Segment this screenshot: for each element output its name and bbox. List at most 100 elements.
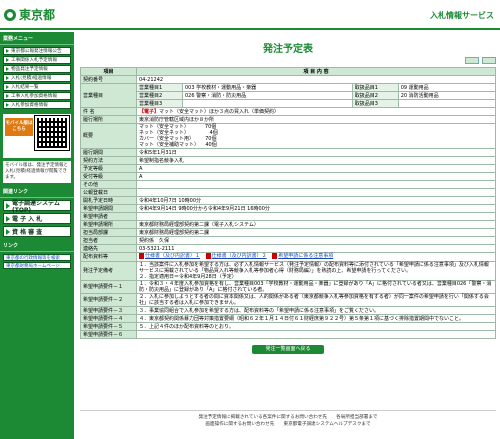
item-name-cell: 【電子】マット（安全マット）ほか３点の買入れ（単価契約） <box>136 107 496 116</box>
grade-row-value <box>397 99 497 108</box>
order-plan-table: 項目 項 目 内 容 契約番号 04-21242 営業種目 営業種目1 003 … <box>80 67 497 339</box>
back-to-list-button[interactable]: 発注一覧画面へ戻る <box>252 345 324 354</box>
method-label: 契約方法 <box>80 156 137 165</box>
biz-row-value: 026 警察・消防・防災用品 <box>182 91 353 100</box>
biz-row-value <box>182 99 353 108</box>
service-name: 入札情報サービス <box>430 11 494 20</box>
announce-label: 公報登載日 <box>80 188 137 197</box>
item-name-value: マット（安全マット）ほか３点の買入れ（単価契約） <box>159 108 280 115</box>
print-button[interactable] <box>465 57 479 64</box>
condition-text <box>136 330 496 339</box>
mobile-note: モバイル版は、発注予定情報と入札(見積)経過情報が閲覧できます。 <box>3 161 71 183</box>
condition-label: 希望申請要件－６ <box>80 330 137 339</box>
applicant-value <box>136 212 496 221</box>
sidebar-item-goods-plan[interactable]: 物品発注予定情報 <box>3 65 71 73</box>
window-label: 希望申請場所 <box>80 220 137 229</box>
docs-cell: 仕様書（及び内訳書）１ 仕様書（及び内訳書）２ 希望申請に係る注意事項 <box>136 252 496 262</box>
other-label: その他 <box>80 180 137 189</box>
link-admin-info-search[interactable]: 東京都の行政情報等を検索 <box>3 254 71 261</box>
arrow-icon <box>6 67 9 71</box>
doc-link-spec-2[interactable]: 仕様書（及び内訳書）２ <box>205 253 267 259</box>
sidebar-item-public-notice[interactable]: 東京都公報発注情報公告 <box>3 47 71 55</box>
tokyo-emblem-icon <box>4 8 16 21</box>
arrow-icon <box>6 103 9 107</box>
arrow-icon <box>6 215 10 222</box>
place-value: 東京消防庁管轄区域内ほか８か所 <box>136 115 496 124</box>
note-line: ２．指定適用日＝令和4年9月28日（予定） <box>139 274 237 280</box>
sidebar-item-construction-plan[interactable]: 工事関係入札予定情報 <box>3 56 71 64</box>
grade-row-value: 09 運動用品 <box>397 83 497 92</box>
link-e-procurement-top[interactable]: 電子調達システム(TOP) <box>3 200 71 214</box>
arrow-icon <box>6 85 9 89</box>
condition-text: ４．東京都契約関係暴力団等対策措置要綱（昭和６２年１月１４日付６１財経庶第９２２… <box>136 314 496 323</box>
notes-cell: １．当該案件に入札参加を希望する方は、必ず入札情報サービス（発注予定情報）の配布… <box>136 261 496 281</box>
grade-value: A <box>136 164 496 173</box>
window-value: 東京都財務局経理部契約第二課（電子入札システム） <box>136 220 496 229</box>
condition-label: 希望申請要件－３ <box>80 306 137 315</box>
apply-value: 令和4年9月14日 9時00分から令和4年9月21日 16時00分 <box>136 204 496 213</box>
accept-label: 受付等級 <box>80 172 137 181</box>
phone-value: 03-5321-2111 <box>136 244 496 253</box>
grade-row-value: 20 消防活動用品 <box>397 91 497 100</box>
page-title: 発注予定表 <box>263 44 313 55</box>
sidebar-menu-title: 業務メニュー <box>0 32 74 45</box>
pdf-icon <box>205 253 211 259</box>
doc-link-spec-1[interactable]: 仕様書（及び内訳書）１ <box>139 253 200 259</box>
tokyo-logo[interactable]: 東京都 <box>4 6 55 23</box>
summary-cell: マット（安全マット） 70個 ネット（安全ネット） 4個 カバー（安全マット用）… <box>136 123 496 149</box>
summary-line: マット（安全補助マット） 40個 <box>139 142 217 148</box>
dept-value: 東京都財務局経理部契約第二課 <box>136 228 496 237</box>
mobile-promo[interactable]: モバイル版はこちら <box>3 114 71 158</box>
main-content: 発注予定表 項目 項 目 内 容 契約番号 04-21242 営業種目 営業種目… <box>80 32 497 354</box>
related-links-title: 関連リンク <box>0 185 74 198</box>
grade-row-label: 取扱品目2 <box>351 91 399 100</box>
sidebar-item-bid-progress[interactable]: 入札(見積)経過情報 <box>3 74 71 82</box>
condition-text: ３．事業協同組合で入札参加を希望する方は、配布資料等の「希望申請に係る注意事項」… <box>136 306 496 315</box>
sidebar-item-qualification[interactable]: 入札参加資格情報 <box>3 101 71 109</box>
arrow-icon <box>6 202 10 209</box>
pdf-icon <box>272 253 278 259</box>
link-qualification-review[interactable]: 資 格 審 査 <box>3 226 71 237</box>
condition-label: 希望申請要件－５ <box>80 322 137 331</box>
method-value: 希望制指名競争入札 <box>136 156 496 165</box>
condition-label: 希望申請要件－４ <box>80 314 137 323</box>
person-label: 担当者 <box>80 236 137 245</box>
item-name-label: 件 名 <box>80 107 137 116</box>
summary-label: 概要 <box>80 123 137 149</box>
accept-value: A <box>136 172 496 181</box>
note-line: １．当該案件に入札参加を希望する方は、必ず入札情報サービス（発注予定情報）の配布… <box>139 262 489 274</box>
close-button[interactable] <box>482 57 496 64</box>
doc-link-notes[interactable]: 希望申請に係る注意事項 <box>272 253 333 259</box>
logo-text: 東京都 <box>19 8 56 22</box>
notes-label: 発注予定備考 <box>80 261 137 281</box>
col-content-header: 項 目 内 容 <box>136 67 496 76</box>
contract-no-label: 契約番号 <box>80 75 137 84</box>
top-buttons <box>80 57 496 65</box>
col-item-header: 項目 <box>80 67 137 76</box>
contract-no-value: 04-21242 <box>136 75 496 84</box>
condition-label: 希望申請要件－２ <box>80 293 137 307</box>
electronic-tag: 【電子】 <box>139 108 160 115</box>
link-e-bidding[interactable]: 電 子 入 札 <box>3 213 71 224</box>
sidebar-item-construction-qualification[interactable]: 工事入札参加資格情報 <box>3 92 71 100</box>
arrow-icon <box>6 49 9 53</box>
footer-line: 発注予定情報に掲載されている各案件に関するお問い合わせ先 各局所担当部署まで <box>198 415 378 420</box>
page-footer: 発注予定情報に掲載されている各案件に関するお問い合わせ先 各局所担当部署まで 画… <box>80 410 496 428</box>
period-value: 令和5年1月31日 <box>136 148 496 157</box>
grade-label: 予定等級 <box>80 164 137 173</box>
arrow-icon <box>6 76 9 80</box>
sidebar-item-bid-results[interactable]: 入札結果一覧 <box>3 83 71 91</box>
biz-row-label: 営業種目2 <box>136 91 183 100</box>
sidebar: 業務メニュー 東京都公報発注情報公告 工事関係入札予定情報 物品発注予定情報 入… <box>0 32 74 439</box>
period-label: 履行期間 <box>80 148 137 157</box>
page-header: 東京都 入札情報サービス <box>0 0 500 30</box>
biz-row-label: 営業種目1 <box>136 83 183 92</box>
open-label: 開札予定日時 <box>80 196 137 205</box>
condition-text: １．令和３・４年度入札参加資格を有し、営業種目003「学校教材・運動用品・楽器」… <box>136 280 496 294</box>
condition-text: ２．入札に参加しようとする者の間に資本関係又は、人的関係がある者（東京都競争入札… <box>136 293 496 307</box>
place-label: 履行場所 <box>80 115 137 124</box>
apply-label: 希望申請期間 <box>80 204 137 213</box>
biz-row-label: 営業種目3 <box>136 99 183 108</box>
link-finance-bureau[interactable]: 東京都財務局ホームページ <box>3 262 71 269</box>
footer-line: 画面操作に関するお問い合わせ先 東京都電子調達システムヘルプデスクまで <box>205 422 371 427</box>
